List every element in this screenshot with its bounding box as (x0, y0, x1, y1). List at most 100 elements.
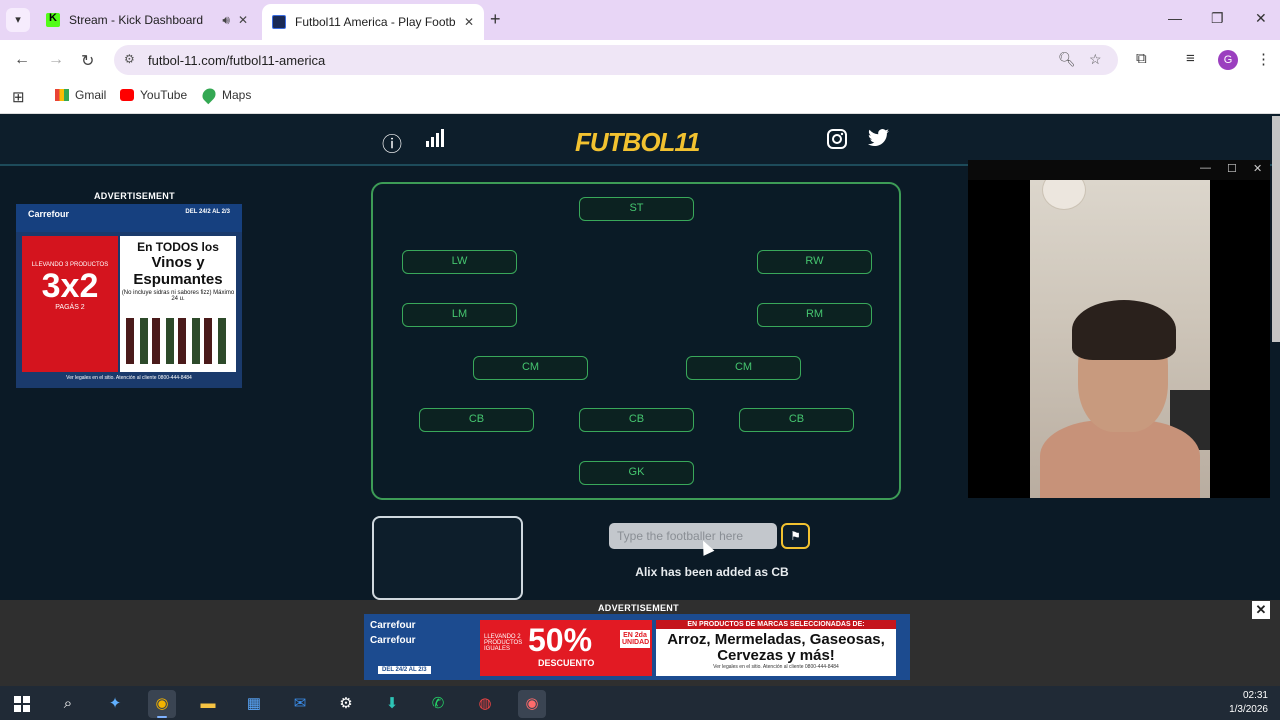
stats-icon[interactable] (424, 128, 446, 154)
position-slot-cb-left[interactable]: CB (419, 408, 534, 432)
bookmark-star-icon[interactable]: ☆ (1089, 51, 1102, 68)
clock-time: 02:31 (1242, 690, 1268, 701)
position-slot-cm-right[interactable]: CM (686, 356, 801, 380)
obs-icon[interactable]: ◍ (471, 690, 499, 718)
system-clock[interactable]: 02:31 1/3/2026 (1222, 689, 1268, 717)
apps-icon[interactable]: ⊞ (12, 88, 25, 106)
ad-header: EN PRODUCTOS DE MARCAS SELECCIONADAS DE: (656, 620, 896, 629)
ad-desc: DESCUENTO (538, 658, 595, 668)
bookmark-label: Gmail (75, 88, 107, 102)
search-icon[interactable]: ⌕ (54, 690, 82, 718)
minimize-icon[interactable]: — (1168, 10, 1182, 26)
kick-icon (46, 12, 60, 27)
ad-brand: Carrefour Carrefour (370, 618, 474, 648)
position-slot-rw[interactable]: RW (757, 250, 872, 274)
ad-date: DEL 24/2 AL 2/3 (185, 209, 230, 215)
bottom-advertisement[interactable]: Carrefour Carrefour DEL 24/2 AL 2/3 LLEV… (364, 614, 910, 680)
info-icon[interactable]: ⓘ (382, 128, 402, 157)
ad-brand-text: Carrefour (28, 209, 70, 219)
bookmark-youtube[interactable]: YouTube (120, 88, 187, 102)
chrome-profile-icon[interactable]: ◉ (518, 690, 546, 718)
ad-text-block: EN PRODUCTOS DE MARCAS SELECCIONADAS DE:… (656, 620, 896, 676)
store-icon[interactable]: ▦ (240, 690, 268, 718)
settings-icon[interactable]: ⚙ (332, 690, 360, 718)
ad-headline-block: En TODOS los Vinos y Espumantes (No incl… (120, 236, 236, 372)
tab-kick-dashboard[interactable]: Stream - Kick Dashboard 🔊︎ ✕ (36, 3, 258, 37)
profile-avatar[interactable]: G (1218, 50, 1238, 70)
ad-headline-1: En TODOS los (137, 240, 219, 254)
close-icon[interactable]: ✕ (1253, 162, 1262, 175)
status-message: Alix has been added as CB (635, 565, 789, 579)
ad-footer: Ver legales en el sitio. Atención al cli… (66, 375, 192, 381)
wine-bottles-image (126, 318, 230, 364)
ad-note: (No incluye sidras ni sabores fizz) Máxi… (121, 290, 235, 302)
back-icon[interactable]: ← (14, 51, 30, 69)
download-app-icon[interactable]: ⬇ (378, 690, 406, 718)
bookmark-label: YouTube (140, 88, 188, 102)
reload-icon[interactable]: ↻ (81, 51, 94, 71)
gmail-icon (55, 89, 69, 101)
zoom-icon[interactable]: 🔍︎ (1058, 51, 1076, 68)
tab-futbol11[interactable]: Futbol11 America - Play Footba ✕ (262, 4, 484, 40)
player-clue-card (372, 516, 523, 600)
youtube-icon (120, 89, 134, 101)
site-info-icon[interactable]: ⚙ (124, 52, 135, 66)
advertisement-label: ADVERTISEMENT (94, 191, 175, 201)
windows-start-icon[interactable] (8, 690, 36, 718)
webcam-titlebar[interactable] (968, 160, 1270, 180)
media-controls-icon[interactable]: ≡ (1186, 50, 1195, 67)
bookmark-maps[interactable]: Maps (199, 85, 251, 105)
minimize-icon[interactable]: — (1200, 162, 1211, 174)
position-slot-cm-left[interactable]: CM (473, 356, 588, 380)
ad-brand-text: Carrefour (370, 620, 416, 631)
whatsapp-icon[interactable]: ✆ (424, 690, 452, 718)
file-explorer-icon[interactable]: ▬ (194, 690, 222, 718)
site-logo[interactable]: FUTBOL11 (575, 127, 700, 158)
menu-icon[interactable]: ⋮ (1256, 50, 1271, 68)
tab-title: Futbol11 America - Play Footba (295, 15, 456, 29)
url-text[interactable]: futbol-11.com/futbol11-america (148, 53, 325, 68)
flag-icon[interactable]: ⚑ (781, 523, 810, 549)
position-slot-st[interactable]: ST (579, 197, 694, 221)
position-slot-cb-right[interactable]: CB (739, 408, 854, 432)
ad-promo-pay: PAGÁS 2 (55, 304, 85, 311)
twitter-icon[interactable] (868, 128, 890, 154)
footballer-search-input[interactable] (609, 523, 777, 549)
speaker-icon[interactable]: 🔊︎ (222, 13, 230, 28)
tab-search-button[interactable]: ▾ (6, 8, 30, 32)
instagram-icon[interactable] (826, 128, 848, 156)
maps-icon (199, 85, 219, 105)
side-advertisement[interactable]: Carrefour DEL 24/2 AL 2/3 LLEVANDO 3 PRO… (16, 204, 242, 388)
position-slot-lw[interactable]: LW (402, 250, 517, 274)
extensions-icon[interactable]: ⧉ (1136, 50, 1147, 67)
outlook-icon[interactable]: ✉ (286, 690, 314, 718)
close-ad-icon[interactable]: ✕ (1252, 601, 1270, 619)
webcam-feed (1030, 180, 1210, 498)
chrome-icon[interactable]: ◉ (148, 690, 176, 718)
position-slot-rm[interactable]: RM (757, 303, 872, 327)
maximize-icon[interactable]: ☐ (1227, 162, 1237, 175)
ad-discount-block: LLEVANDO 2 PRODUCTOS IGUALES 50% DESCUEN… (480, 620, 652, 676)
formation-pitch (371, 182, 901, 500)
lamp-shape (1042, 180, 1086, 210)
copilot-icon[interactable]: ✦ (101, 690, 129, 718)
close-window-icon[interactable]: ✕ (1255, 10, 1267, 27)
new-tab-button[interactable]: + (490, 9, 501, 30)
position-slot-cb-center[interactable]: CB (579, 408, 694, 432)
tab-title: Stream - Kick Dashboard (69, 13, 204, 27)
position-slot-gk[interactable]: GK (579, 461, 694, 485)
ad-brand-text: Carrefour (370, 635, 416, 646)
bookmark-gmail[interactable]: Gmail (55, 88, 106, 102)
restore-icon[interactable]: ❐ (1211, 10, 1224, 27)
ad-promo-block: LLEVANDO 3 PRODUCTOS 3x2 PAGÁS 2 (22, 236, 118, 372)
close-tab-icon[interactable]: ✕ (464, 15, 474, 29)
clock-date: 1/3/2026 (1229, 704, 1268, 715)
bookmarks-bar (0, 80, 1280, 114)
close-tab-icon[interactable]: ✕ (238, 13, 248, 27)
forward-icon[interactable]: → (48, 51, 64, 69)
position-slot-lm[interactable]: LM (402, 303, 517, 327)
ad-date: DEL 24/2 AL 2/3 (378, 666, 431, 674)
active-app-indicator (157, 716, 167, 718)
ad-headline-2: Vinos y Espumantes (133, 254, 223, 288)
page-scrollbar[interactable] (1272, 116, 1280, 342)
